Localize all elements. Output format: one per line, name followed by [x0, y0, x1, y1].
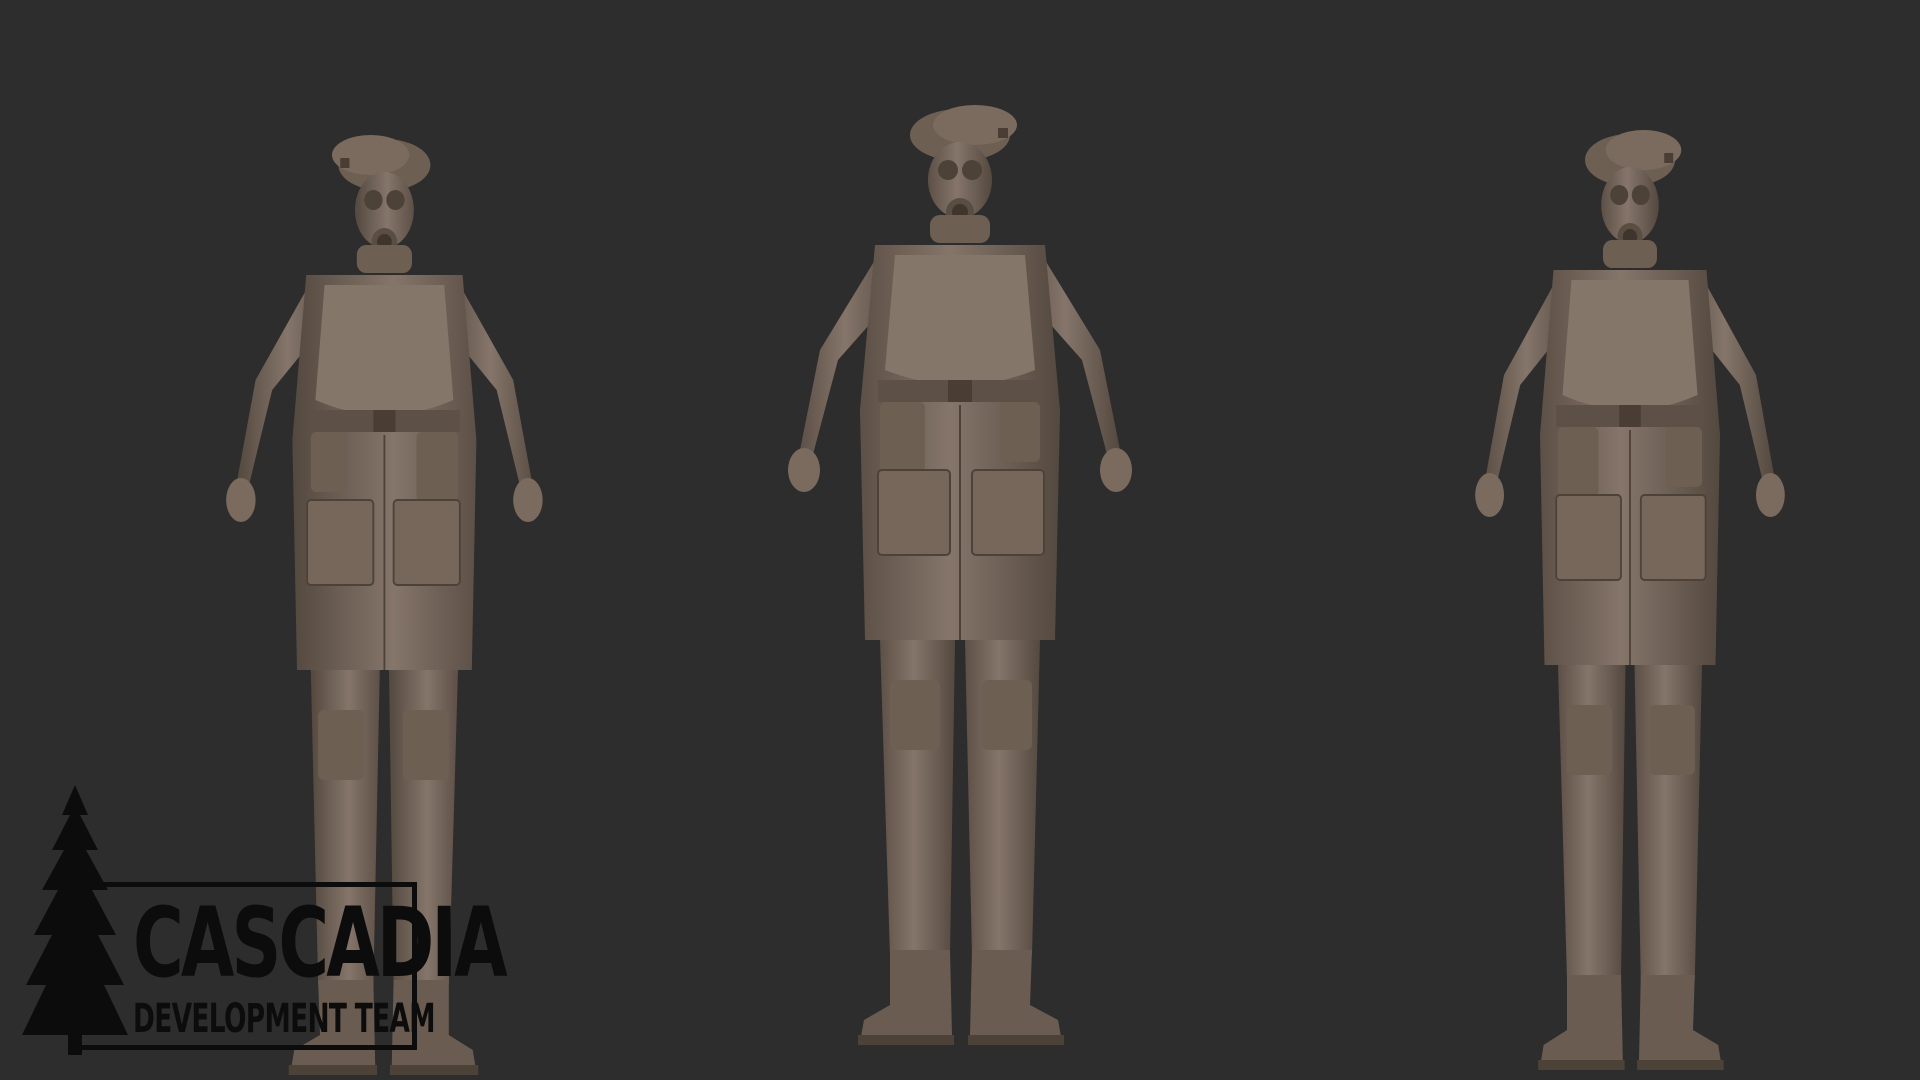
front-view — [787, 104, 1133, 1046]
logo: CASCADIA DEVELOPMENT TEAM — [68, 882, 508, 1050]
logo-title: CASCADIA — [133, 887, 508, 999]
viewport: CASCADIA DEVELOPMENT TEAM — [0, 0, 1920, 1080]
logo-subtitle: DEVELOPMENT TEAM — [133, 996, 436, 1042]
three-quarter-right-view — [1474, 129, 1786, 1071]
